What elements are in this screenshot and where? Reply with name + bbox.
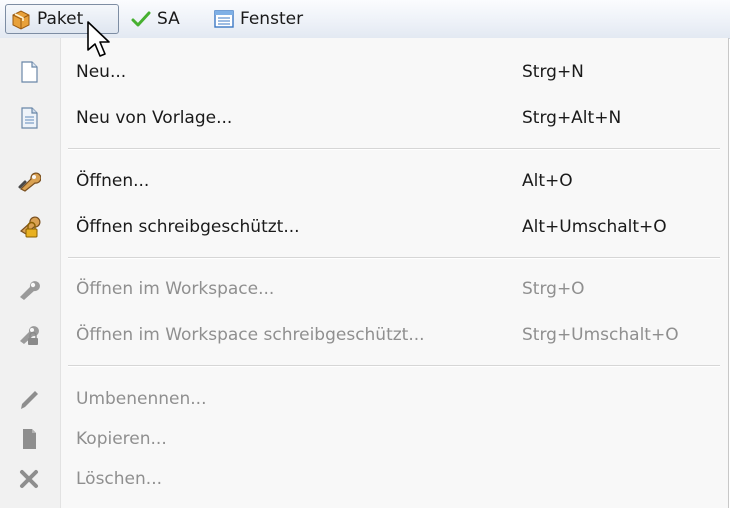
menu-item-shortcut: Strg+Alt+N (522, 108, 622, 128)
menu-fenster[interactable]: Fenster (208, 4, 328, 34)
menu-item-shortcut: Strg+Umschalt+O (522, 325, 679, 345)
menu-item-label: Neu... (76, 62, 127, 82)
wrench-locked-icon (20, 326, 39, 345)
menu-item-oeffnen-schreibgeschuetzt[interactable]: Öffnen schreibgeschützt... Alt+Umschalt+… (0, 208, 728, 246)
delete-icon (20, 470, 38, 488)
new-document-icon (21, 61, 38, 83)
menu-item-kopieren[interactable]: Kopieren... (0, 420, 728, 458)
menu-item-umbenennen[interactable]: Umbenennen... (0, 380, 728, 418)
menu-item-label: Kopieren... (76, 429, 167, 449)
template-document-icon (21, 107, 38, 129)
menu-separator (68, 365, 720, 367)
menu-sa-label: SA (157, 9, 180, 29)
paket-dropdown-menu: Neu... Strg+N Neu von Vorlage... Strg+Al… (0, 38, 729, 508)
open-locked-icon (19, 216, 41, 238)
checkmark-icon (131, 11, 151, 27)
menu-sa[interactable]: SA (125, 4, 195, 34)
pencil-icon (21, 391, 38, 409)
menu-item-label: Öffnen schreibgeschützt... (76, 217, 300, 237)
menu-item-oeffnen-im-workspace-schreibgeschuetzt[interactable]: Öffnen im Workspace schreibgeschützt... … (0, 316, 728, 354)
open-wrench-icon (18, 172, 41, 192)
menu-item-label: Umbenennen... (76, 389, 207, 409)
menu-item-shortcut: Strg+N (522, 62, 584, 82)
menu-item-neu-von-vorlage[interactable]: Neu von Vorlage... Strg+Alt+N (0, 99, 728, 137)
copy-icon (23, 429, 36, 449)
window-icon (214, 10, 234, 28)
menu-item-shortcut: Alt+Umschalt+O (522, 217, 667, 237)
menu-paket-label: Paket (37, 9, 84, 29)
menu-item-label: Neu von Vorlage... (76, 108, 233, 128)
menu-item-oeffnen[interactable]: Öffnen... Alt+O (0, 162, 728, 200)
menu-separator (68, 148, 720, 150)
menu-separator (68, 257, 720, 259)
menu-item-oeffnen-im-workspace[interactable]: Öffnen im Workspace... Strg+O (0, 270, 728, 308)
package-icon (12, 10, 30, 30)
menu-item-label: Öffnen im Workspace... (76, 279, 275, 299)
menu-item-shortcut: Alt+O (522, 171, 573, 191)
menu-fenster-label: Fenster (240, 9, 304, 29)
menu-item-label: Öffnen... (76, 171, 150, 191)
menu-item-loeschen[interactable]: Löschen... (0, 460, 728, 498)
menu-item-label: Öffnen im Workspace schreibgeschützt... (76, 325, 425, 345)
wrench-icon (20, 281, 40, 300)
menu-item-label: Löschen... (76, 469, 162, 489)
mouse-cursor-icon (87, 21, 110, 57)
menu-item-shortcut: Strg+O (522, 279, 585, 299)
